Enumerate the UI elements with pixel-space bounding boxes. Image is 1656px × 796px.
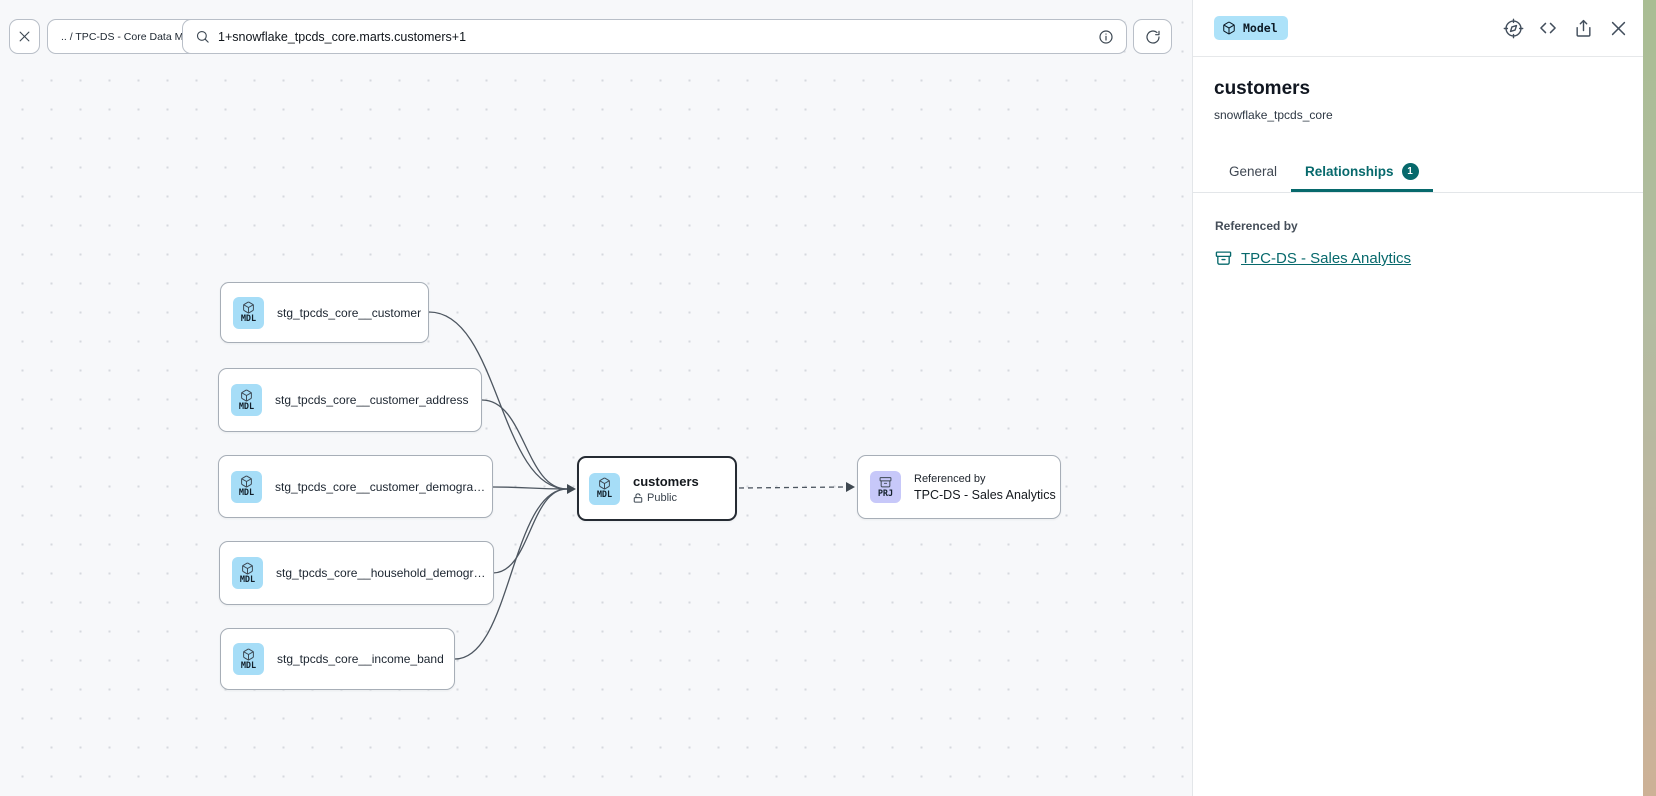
- node-label: customers: [633, 474, 699, 489]
- close-icon: [1609, 19, 1628, 38]
- lineage-canvas[interactable]: .. / TPC-DS - Core Data Models MDL stg_t…: [0, 0, 1192, 796]
- model-badge: MDL: [589, 473, 620, 505]
- share-icon: [1574, 19, 1593, 38]
- search-input[interactable]: [218, 30, 1090, 44]
- archive-icon: [1215, 250, 1232, 267]
- desktop-wallpaper-strip: [1643, 0, 1656, 796]
- refresh-button[interactable]: [1133, 19, 1172, 54]
- referenced-project-label[interactable]: TPC-DS - Sales Analytics: [1241, 250, 1411, 267]
- type-chip: Model: [1214, 16, 1288, 40]
- panel-tabs: General Relationships 1: [1193, 151, 1643, 193]
- panel-header: Model: [1193, 0, 1643, 57]
- view-code-button[interactable]: [1537, 17, 1559, 39]
- search-icon: [195, 29, 210, 44]
- cube-icon: [598, 477, 611, 490]
- refresh-icon: [1145, 29, 1161, 45]
- node-stg-customer[interactable]: MDL stg_tpcds_core__customer: [220, 282, 429, 343]
- node-label: stg_tpcds_core__customer_address: [275, 393, 468, 407]
- node-stg-customer-demographics[interactable]: MDL stg_tpcds_core__customer_demogra…: [218, 455, 493, 518]
- close-panel-button[interactable]: [1607, 17, 1629, 39]
- access-row: Public: [633, 492, 699, 504]
- tab-relationships[interactable]: Relationships 1: [1291, 151, 1433, 192]
- details-panel: Model customers snowflake_tpcds_core Gen…: [1192, 0, 1643, 796]
- type-chip-label: Model: [1243, 21, 1278, 35]
- project-badge: PRJ: [870, 471, 901, 503]
- lineage-search: [182, 19, 1127, 54]
- close-lineage-button[interactable]: [9, 19, 40, 54]
- cube-icon: [242, 648, 255, 661]
- node-label: stg_tpcds_core__income_band: [277, 652, 444, 666]
- compass-button[interactable]: [1502, 17, 1524, 39]
- referenced-by-heading: Referenced by: [1215, 219, 1621, 233]
- relationships-count-badge: 1: [1402, 163, 1419, 180]
- cube-icon: [1222, 21, 1236, 35]
- node-customers[interactable]: MDL customers Public: [577, 456, 737, 521]
- cube-icon: [242, 301, 255, 314]
- cube-icon: [240, 389, 253, 402]
- share-button[interactable]: [1572, 17, 1594, 39]
- access-label: Public: [647, 492, 677, 504]
- node-label: stg_tpcds_core__customer: [277, 306, 421, 320]
- node-stg-income-band[interactable]: MDL stg_tpcds_core__income_band: [220, 628, 455, 690]
- referenced-project-link[interactable]: TPC-DS - Sales Analytics: [1215, 250, 1621, 267]
- node-tpcds-sales-analytics[interactable]: PRJ Referenced by TPC-DS - Sales Analyti…: [857, 455, 1061, 519]
- node-label: stg_tpcds_core__customer_demogra…: [275, 480, 485, 494]
- node-stg-household-demographics[interactable]: MDL stg_tpcds_core__household_demogr…: [219, 541, 494, 605]
- node-subtitle: Referenced by: [914, 473, 1056, 485]
- compass-icon: [1503, 18, 1524, 39]
- page-title: customers: [1214, 78, 1621, 100]
- info-icon[interactable]: [1098, 29, 1114, 45]
- model-badge: MDL: [233, 643, 264, 675]
- archive-icon: [879, 476, 892, 489]
- node-label: stg_tpcds_core__household_demogr…: [276, 566, 485, 580]
- unlock-icon: [633, 493, 643, 503]
- model-badge: MDL: [233, 297, 264, 329]
- model-badge: MDL: [232, 557, 263, 589]
- tab-general[interactable]: General: [1215, 151, 1291, 192]
- node-stg-customer-address[interactable]: MDL stg_tpcds_core__customer_address: [218, 368, 482, 432]
- model-badge: MDL: [231, 384, 262, 416]
- cube-icon: [240, 475, 253, 488]
- schema-subtitle: snowflake_tpcds_core: [1214, 108, 1621, 122]
- model-badge: MDL: [231, 471, 262, 503]
- cube-icon: [241, 562, 254, 575]
- code-icon: [1538, 18, 1558, 38]
- lineage-edges: [0, 0, 1192, 796]
- node-label: TPC-DS - Sales Analytics: [914, 488, 1056, 502]
- close-icon: [17, 29, 32, 44]
